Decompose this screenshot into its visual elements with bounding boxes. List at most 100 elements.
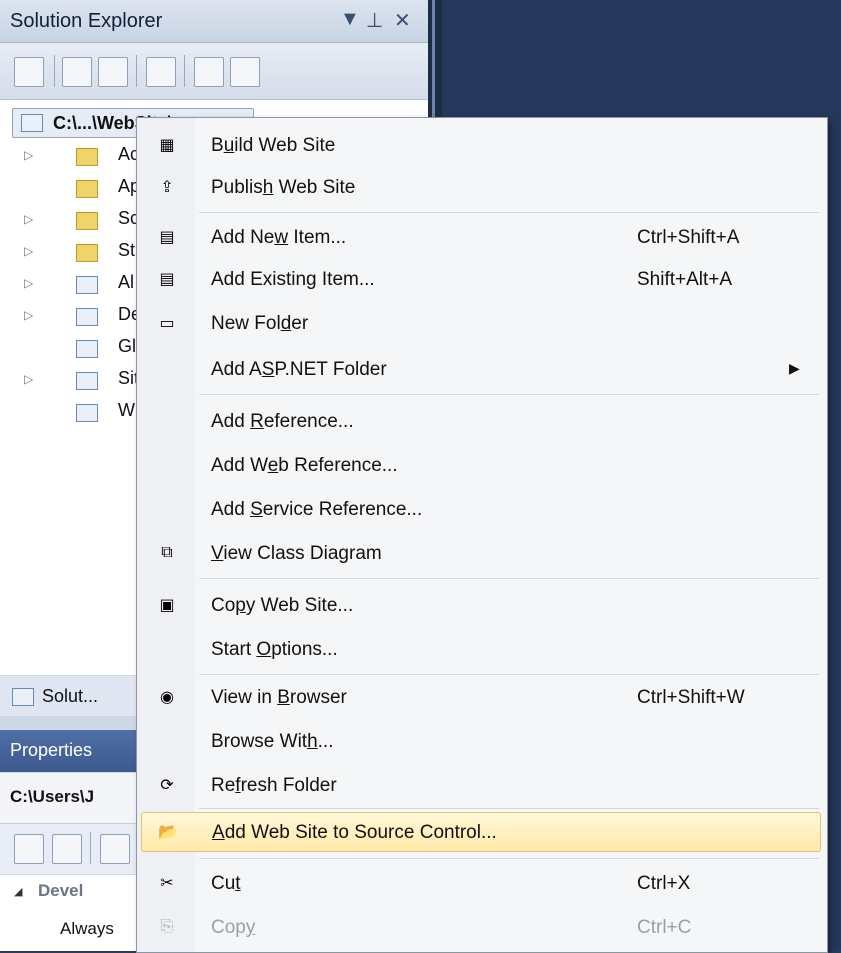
dropdown-icon[interactable]: ▼ <box>340 8 360 31</box>
menu-label: Add Existing Item... <box>211 269 375 290</box>
solution-explorer-title: Solution Explorer <box>10 10 163 32</box>
menu-copy[interactable]: ⎘ Copy Ctrl+C <box>141 908 821 948</box>
properties-icon[interactable] <box>14 57 44 87</box>
toolbar-separator <box>136 55 137 87</box>
refresh-icon: ⟳ <box>160 777 174 794</box>
shortcut: Ctrl+X <box>637 873 691 894</box>
folder-icon <box>76 148 98 166</box>
page-icon <box>76 276 98 294</box>
alphabetical-icon[interactable] <box>52 834 82 864</box>
menu-label: View in Browser <box>211 687 347 708</box>
categorized-icon[interactable] <box>14 834 44 864</box>
tree-item-label: Gl <box>118 336 136 356</box>
menu-copy-web-site[interactable]: ▣ Copy Web Site... <box>141 586 821 626</box>
menu-label: New Folder <box>211 313 309 334</box>
shortcut: Shift+Alt+A <box>637 269 733 290</box>
config-icon <box>76 404 98 422</box>
menu-separator <box>199 394 819 395</box>
solution-explorer-toolbar <box>0 43 428 100</box>
collapse-icon[interactable]: ◢ <box>14 885 22 898</box>
folder-icon <box>76 244 98 262</box>
class-diagram-icon: ⧉ <box>161 544 173 561</box>
copy-web-site-icon[interactable] <box>194 57 224 87</box>
shortcut: Ctrl+C <box>637 917 692 938</box>
menu-label: Add ASP.NET Folder <box>211 359 387 380</box>
global-asax-icon <box>76 340 98 358</box>
asp-config-icon[interactable] <box>230 57 260 87</box>
shortcut: Ctrl+Shift+W <box>637 687 745 708</box>
menu-separator <box>199 808 819 809</box>
cut-icon: ✂ <box>160 875 174 892</box>
new-item-icon: ▤ <box>159 229 175 246</box>
website-icon <box>21 114 43 132</box>
menu-browse-with[interactable]: Browse With... <box>141 722 821 762</box>
menu-add-new-item[interactable]: ▤ Add New Item... Ctrl+Shift+A <box>141 218 821 258</box>
menu-publish-web-site[interactable]: ⇪ Publish Web Site <box>141 168 821 208</box>
close-icon[interactable]: ✕ <box>394 8 411 33</box>
publish-icon: ⇪ <box>160 179 174 196</box>
toolbar-separator <box>90 832 91 864</box>
source-control-icon: 📂 <box>158 824 178 841</box>
menu-add-existing-item[interactable]: ▤ Add Existing Item... Shift+Alt+A <box>141 260 821 300</box>
property-pages-icon[interactable] <box>100 834 130 864</box>
expand-icon[interactable]: ▷ <box>24 372 33 386</box>
menu-add-to-source-control[interactable]: 📂 Add Web Site to Source Control... <box>141 812 821 852</box>
menu-label: Build Web Site <box>211 135 336 156</box>
expand-icon[interactable]: ▷ <box>24 244 33 258</box>
menu-label: Cut <box>211 873 241 894</box>
submenu-arrow-icon: ▶ <box>789 360 800 376</box>
menu-add-aspnet-folder[interactable]: Add ASP.NET Folder ▶ <box>141 350 821 390</box>
copy-web-site-icon: ▣ <box>159 597 175 614</box>
master-page-icon <box>76 372 98 390</box>
property-value[interactable]: Always <box>60 919 114 939</box>
menu-label: Copy <box>211 917 256 938</box>
expand-icon[interactable]: ▷ <box>24 308 33 322</box>
menu-label: View Class Diagram <box>211 543 382 564</box>
tree-item-label: W <box>118 400 135 420</box>
menu-refresh-folder[interactable]: ⟳ Refresh Folder <box>141 766 821 806</box>
menu-label: Browse With... <box>211 731 334 752</box>
menu-label: Add Web Site to Source Control... <box>212 822 497 843</box>
context-menu: ▦ Build Web Site ⇪ Publish Web Site ▤ Ad… <box>136 117 828 953</box>
expand-icon[interactable]: ▷ <box>24 212 33 226</box>
menu-view-class-diagram[interactable]: ⧉ View Class Diagram <box>141 534 821 574</box>
nest-files-icon[interactable] <box>98 57 128 87</box>
pin-icon[interactable]: ⊥ <box>366 8 383 33</box>
refresh-icon[interactable] <box>62 57 92 87</box>
menu-separator <box>199 212 819 213</box>
expand-icon[interactable]: ▷ <box>24 276 33 290</box>
menu-label: Copy Web Site... <box>211 595 354 616</box>
menu-separator <box>199 858 819 859</box>
folder-icon <box>76 212 98 230</box>
solution-explorer-header: Solution Explorer ▼ ⊥ ✕ <box>0 0 428 43</box>
menu-build-web-site[interactable]: ▦ Build Web Site <box>141 126 821 166</box>
build-icon: ▦ <box>159 137 175 154</box>
tab-label: Solut... <box>42 686 99 706</box>
menu-new-folder[interactable]: ▭ New Folder <box>141 304 821 344</box>
menu-label: Add Web Reference... <box>211 455 398 476</box>
menu-separator <box>199 578 819 579</box>
property-category: Devel <box>38 881 84 900</box>
toolbar-separator <box>184 55 185 87</box>
properties-object-label: C:\Users\J <box>10 787 95 806</box>
menu-label: Refresh Folder <box>211 775 337 796</box>
menu-view-in-browser[interactable]: ◉ View in Browser Ctrl+Shift+W <box>141 678 821 718</box>
expand-icon[interactable]: ▷ <box>24 148 33 162</box>
properties-title: Properties <box>10 740 93 760</box>
tree-item-label: Al <box>118 272 135 292</box>
menu-cut[interactable]: ✂ Cut Ctrl+X <box>141 864 821 904</box>
folder-icon <box>76 180 98 198</box>
class-diagram-icon[interactable] <box>146 57 176 87</box>
copy-icon: ⎘ <box>160 918 174 935</box>
browser-icon: ◉ <box>160 689 174 706</box>
new-folder-icon: ▭ <box>159 315 175 332</box>
solution-explorer-tab-icon <box>12 688 34 706</box>
menu-add-service-reference[interactable]: Add Service Reference... <box>141 490 821 530</box>
tree-item-label: St <box>118 240 136 260</box>
menu-label: Add New Item... <box>211 227 347 248</box>
menu-add-web-reference[interactable]: Add Web Reference... <box>141 446 821 486</box>
existing-item-icon: ▤ <box>159 271 175 288</box>
menu-add-reference[interactable]: Add Reference... <box>141 402 821 442</box>
menu-start-options[interactable]: Start Options... <box>141 630 821 670</box>
toolbar-separator <box>54 55 55 87</box>
